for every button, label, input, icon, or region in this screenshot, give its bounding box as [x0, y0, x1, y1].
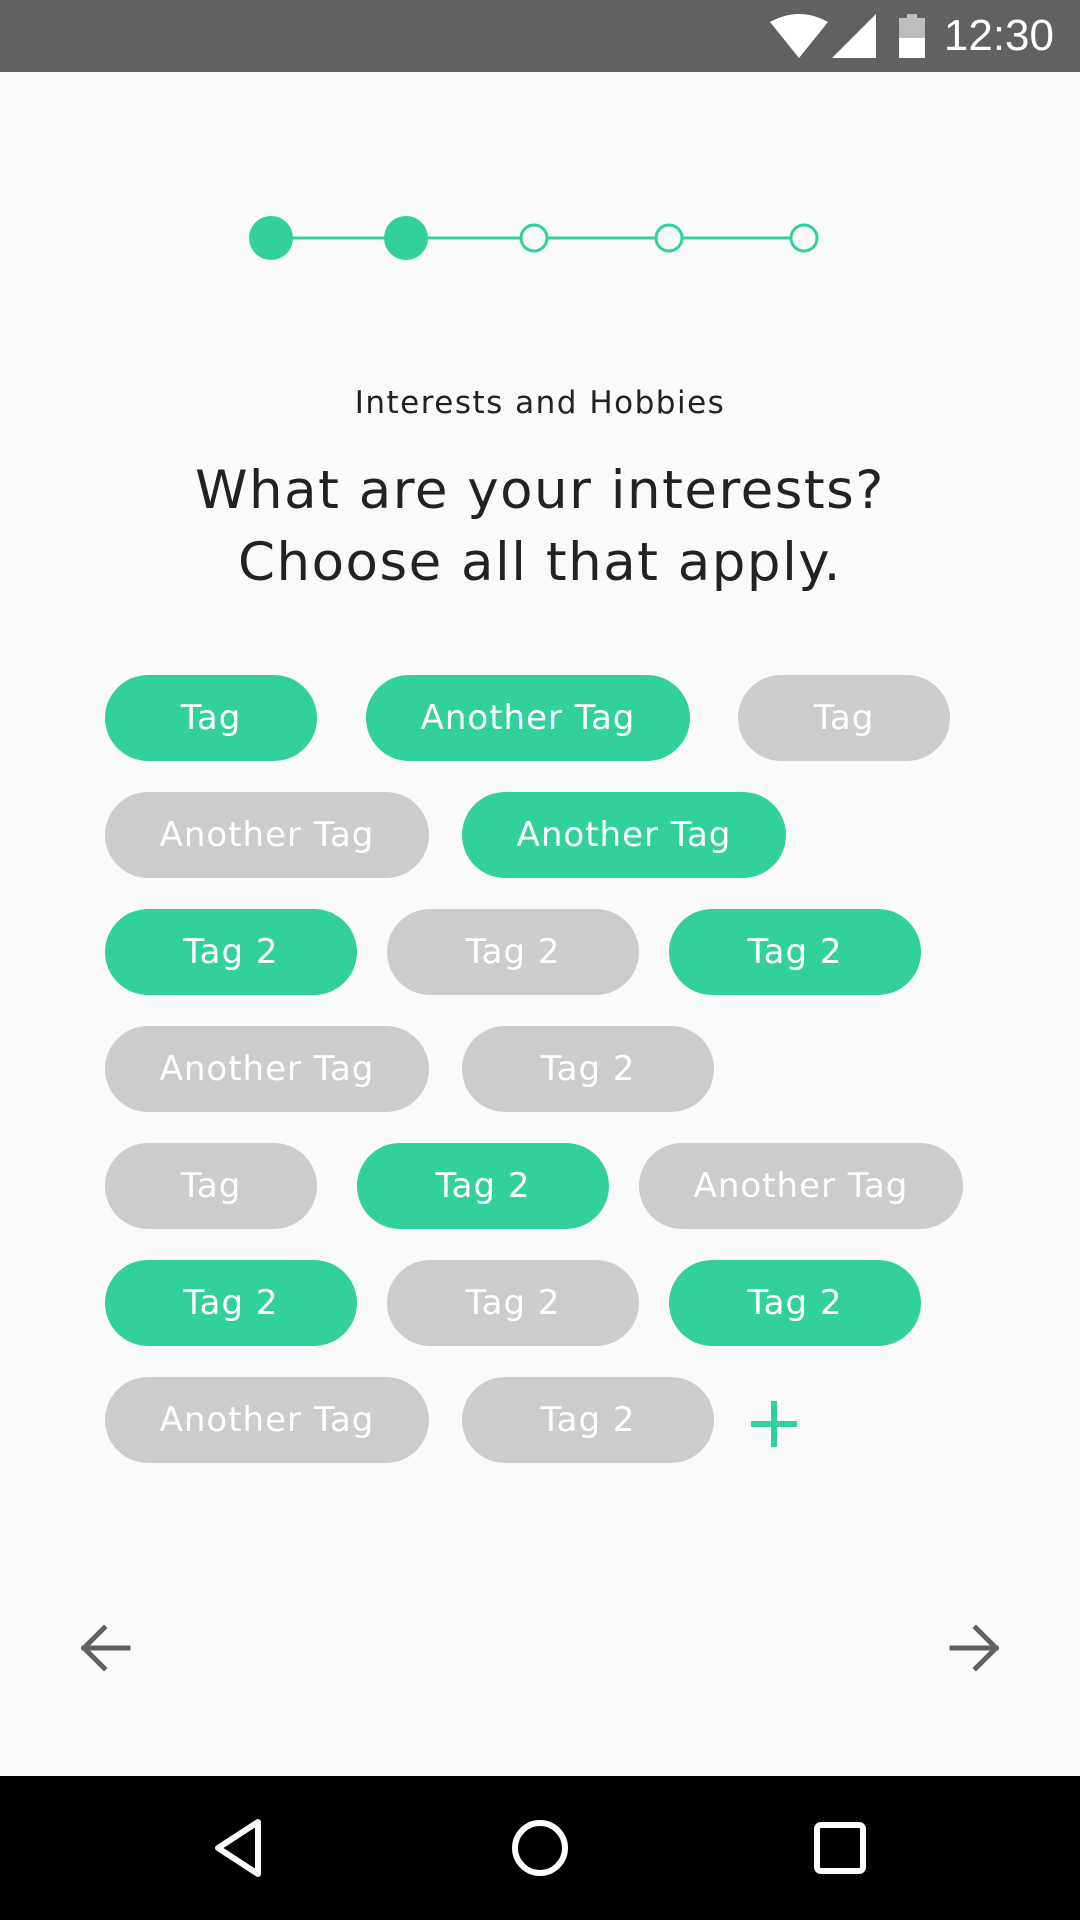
- interest-tag[interactable]: Another Tag: [105, 792, 429, 878]
- interest-tag[interactable]: Another Tag: [366, 675, 690, 761]
- system-navigation-bar: [0, 1776, 1080, 1920]
- add-tag-button[interactable]: [745, 1395, 803, 1453]
- interest-tag[interactable]: Tag 2: [387, 909, 639, 995]
- plus-icon: [751, 1401, 797, 1447]
- status-time: 12:30: [943, 11, 1054, 60]
- system-home-button[interactable]: [508, 1816, 572, 1880]
- interest-tag[interactable]: Tag 2: [105, 1260, 357, 1346]
- interest-tag[interactable]: Another Tag: [105, 1026, 429, 1112]
- status-bar: 12:30: [0, 0, 1080, 72]
- progress-stepper: [249, 216, 819, 260]
- step-dot-pending: [654, 223, 684, 253]
- next-button[interactable]: [946, 1620, 1002, 1676]
- question-title: What are your interests? Choose all that…: [90, 455, 990, 599]
- back-triangle-icon: [215, 1819, 261, 1877]
- question-line-2: Choose all that apply.: [238, 532, 842, 593]
- battery-icon: [899, 14, 925, 58]
- arrow-left-icon: [80, 1624, 131, 1672]
- step-dot-pending: [789, 223, 819, 253]
- cellular-signal-icon: [832, 14, 876, 58]
- interest-tag[interactable]: Another Tag: [639, 1143, 963, 1229]
- step-dot-completed: [249, 216, 293, 260]
- interest-tag[interactable]: Tag 2: [669, 1260, 921, 1346]
- interest-tag[interactable]: Tag 2: [105, 909, 357, 995]
- interest-tag[interactable]: Tag: [738, 675, 950, 761]
- interest-tag[interactable]: Tag 2: [669, 909, 921, 995]
- interest-tag[interactable]: Tag: [105, 675, 317, 761]
- interest-tag[interactable]: Tag: [105, 1143, 317, 1229]
- arrow-right-icon: [949, 1624, 1000, 1672]
- back-button[interactable]: [78, 1620, 134, 1676]
- interest-tag[interactable]: Tag 2: [387, 1260, 639, 1346]
- interest-tag[interactable]: Tag 2: [462, 1377, 714, 1463]
- recents-square-icon: [814, 1822, 866, 1874]
- interest-tag[interactable]: Tag 2: [462, 1026, 714, 1112]
- question-line-1: What are your interests?: [195, 460, 885, 521]
- interest-tag[interactable]: Tag 2: [357, 1143, 609, 1229]
- section-subtitle: Interests and Hobbies: [354, 385, 726, 421]
- wifi-icon: [770, 14, 828, 58]
- step-dot-completed: [384, 216, 428, 260]
- system-recents-button[interactable]: [808, 1816, 872, 1880]
- step-dot-pending: [519, 223, 549, 253]
- system-back-button[interactable]: [208, 1816, 272, 1880]
- home-circle-icon: [512, 1820, 568, 1876]
- interest-tag[interactable]: Another Tag: [105, 1377, 429, 1463]
- interest-tag[interactable]: Another Tag: [462, 792, 786, 878]
